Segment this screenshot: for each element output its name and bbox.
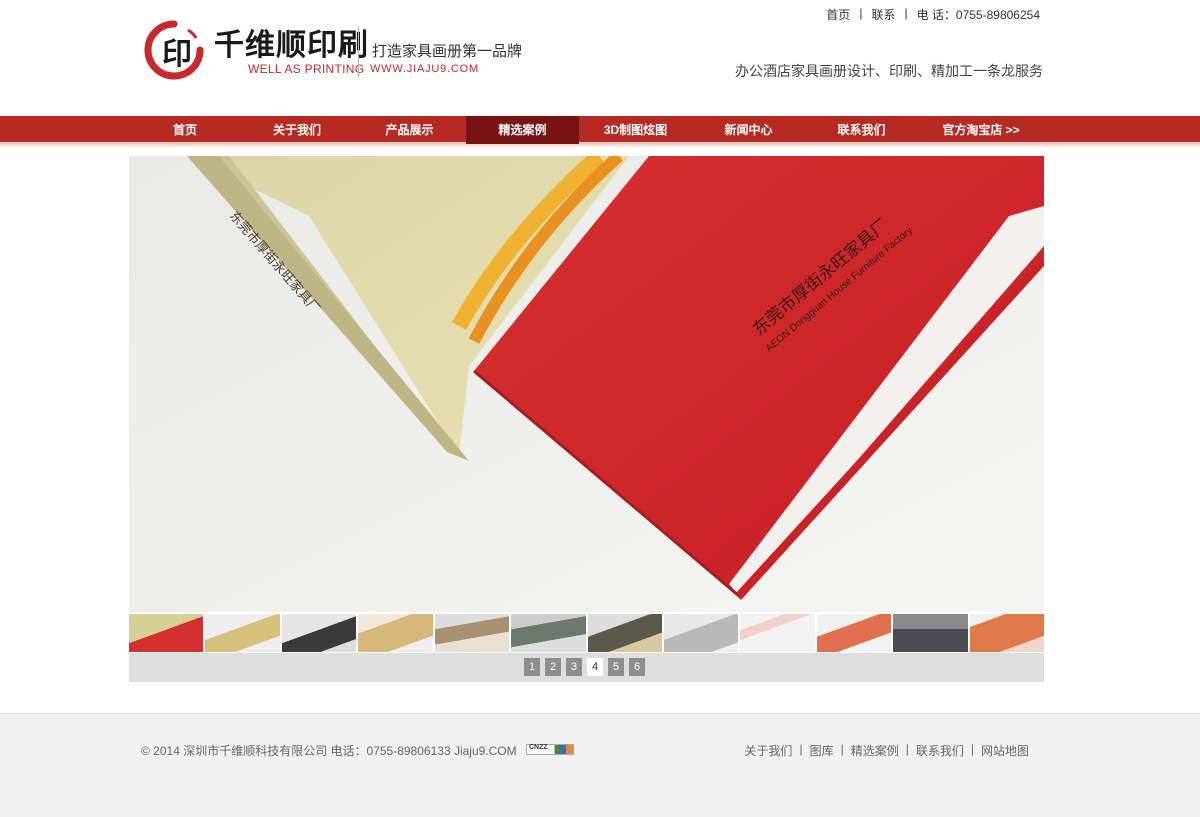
nav-item-contact[interactable]: 联系我们 xyxy=(805,116,918,144)
logo-url: WWW.JIAJU9.COM xyxy=(370,63,479,75)
header-tagline: 办公酒店家具画册设计、印刷、精加工一条龙服务 xyxy=(735,63,1043,79)
nav-item-taobao-store[interactable]: 官方淘宝店 >> xyxy=(918,116,1044,144)
thumbnail-4[interactable] xyxy=(358,614,433,652)
slideshow-pager-bar: 1 2 3 4 5 6 xyxy=(129,653,1044,682)
logo-brand-name: 千维顺印刷 xyxy=(214,28,369,63)
footer-links: 关于我们 | 图库 | 精选案例 | 联系我们 | 网站地图 xyxy=(744,742,1029,759)
site-logo[interactable]: 印 千维顺印刷 WELL AS PRINTING 打造家具画册第一品牌 WWW.… xyxy=(144,18,544,82)
site-header: 印 千维顺印刷 WELL AS PRINTING 打造家具画册第一品牌 WWW.… xyxy=(0,0,1200,116)
page-button-5[interactable]: 5 xyxy=(608,658,624,676)
thumbnail-6[interactable] xyxy=(511,614,586,652)
nav-item-products[interactable]: 产品展示 xyxy=(353,116,466,144)
toplink-contact[interactable]: 联系 xyxy=(871,6,895,23)
nav-item-home[interactable]: 首页 xyxy=(129,116,241,144)
page-button-3[interactable]: 3 xyxy=(566,658,582,676)
footer-link-gallery[interactable]: 图库 xyxy=(810,742,834,759)
nav-item-cases[interactable]: 精选案例 xyxy=(466,116,579,144)
logo-slogan: 打造家具画册第一品牌 xyxy=(372,43,523,60)
thumbnail-2[interactable] xyxy=(205,614,280,652)
thumbnail-1[interactable] xyxy=(129,614,204,652)
main-nav: 首页 关于我们 产品展示 精选案例 3D制图炫图 新闻中心 联系我们 官方淘宝店… xyxy=(0,116,1200,144)
nav-item-3d-renders[interactable]: 3D制图炫图 xyxy=(579,116,692,144)
nav-shadow xyxy=(0,144,1200,148)
footer-link-contact[interactable]: 联系我们 xyxy=(916,742,964,759)
toplink-separator: | xyxy=(859,6,863,20)
top-links: 首页 | 联系 | 电 话：0755-89806254 xyxy=(826,6,1040,23)
page-button-2[interactable]: 2 xyxy=(545,658,561,676)
toplink-phone: 电 话：0755-89806254 xyxy=(916,8,1040,22)
nav-item-about[interactable]: 关于我们 xyxy=(241,116,353,144)
footer-link-cases[interactable]: 精选案例 xyxy=(851,742,899,759)
toplink-separator: | xyxy=(904,6,908,20)
cnzz-label: CNZZ xyxy=(528,744,548,752)
svg-text:印: 印 xyxy=(162,37,192,72)
page-button-6[interactable]: 6 xyxy=(629,658,645,676)
logo-english-name: WELL AS PRINTING xyxy=(248,62,365,76)
footer-link-about[interactable]: 关于我们 xyxy=(744,742,792,759)
thumbnail-5[interactable] xyxy=(434,614,510,652)
footer-link-separator: | xyxy=(970,742,974,756)
thumbnail-9[interactable] xyxy=(740,614,815,652)
thumbnail-11[interactable] xyxy=(893,614,968,652)
thumbnail-8[interactable] xyxy=(663,614,739,652)
cnzz-stats-badge[interactable]: CNZZ xyxy=(525,744,574,756)
footer-link-separator: | xyxy=(905,742,909,756)
page-button-4[interactable]: 4 xyxy=(587,658,603,676)
toplink-home[interactable]: 首页 xyxy=(826,6,850,23)
footer-copyright: © 2014 深圳市千维顺科技有限公司 电话：0755-89806133 Jia… xyxy=(141,742,574,759)
nav-item-news[interactable]: 新闻中心 xyxy=(692,116,805,144)
copyright-text: © 2014 深圳市千维顺科技有限公司 电话：0755-89806133 Jia… xyxy=(141,744,517,758)
main-nav-items: 首页 关于我们 产品展示 精选案例 3D制图炫图 新闻中心 联系我们 官方淘宝店… xyxy=(129,116,1044,144)
slideshow-main-image[interactable]: 东莞市厚街永旺家具厂 东莞市厚街永旺家具厂 AEON Dongguan Hous… xyxy=(129,156,1044,612)
footer-link-separator: | xyxy=(799,742,803,756)
footer-link-sitemap[interactable]: 网站地图 xyxy=(981,742,1029,759)
thumbnail-strip xyxy=(129,614,1045,652)
page-button-1[interactable]: 1 xyxy=(524,658,540,676)
thumbnail-7[interactable] xyxy=(587,614,662,652)
site-footer: © 2014 深圳市千维顺科技有限公司 电话：0755-89806133 Jia… xyxy=(0,713,1200,817)
seal-logo-icon: 印 xyxy=(144,20,204,80)
thumbnail-12[interactable] xyxy=(969,614,1045,652)
slideshow-pager: 1 2 3 4 5 6 xyxy=(524,658,645,676)
thumbnail-3[interactable] xyxy=(281,614,357,652)
footer-link-separator: | xyxy=(840,742,844,756)
thumbnail-10[interactable] xyxy=(816,614,892,652)
book-cover-photo: 东莞市厚街永旺家具厂 东莞市厚街永旺家具厂 AEON Dongguan Hous… xyxy=(129,156,1044,612)
logo-divider xyxy=(358,26,359,76)
